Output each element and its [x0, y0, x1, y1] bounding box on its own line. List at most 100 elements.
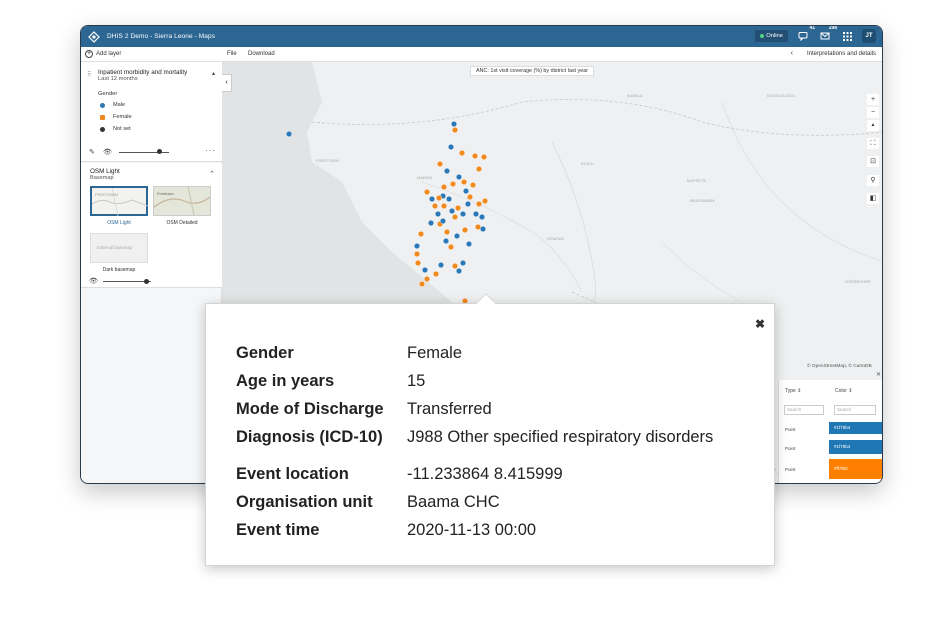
popup-value: -11.233864 8.415999 [407, 465, 563, 483]
event-point[interactable] [471, 152, 478, 159]
column-header-color[interactable]: Color ⇕ [835, 388, 853, 394]
collapse-panel-icon[interactable]: ‹ [222, 74, 232, 92]
event-point[interactable] [465, 240, 472, 247]
chevron-up-icon[interactable]: ⌃ [209, 170, 215, 178]
event-point[interactable] [453, 232, 460, 239]
event-point[interactable] [481, 153, 488, 160]
event-point[interactable] [418, 280, 425, 287]
apps-grid-icon[interactable] [840, 29, 854, 43]
measure-icon[interactable]: ◧ [867, 193, 879, 204]
basemap-option-osm-light[interactable]: FREETOWN [90, 186, 149, 217]
event-point[interactable] [458, 149, 465, 156]
more-options-icon[interactable]: ··· [205, 146, 216, 155]
north-arrow-icon[interactable]: ▲ [867, 120, 879, 131]
event-point[interactable] [450, 121, 457, 128]
event-point[interactable] [475, 200, 482, 207]
interpretations-toggle[interactable]: Interpretations and details [807, 51, 876, 57]
event-point[interactable] [449, 180, 456, 187]
event-point[interactable] [459, 259, 466, 266]
event-point[interactable] [431, 202, 438, 209]
search-icon[interactable]: ⚲ [867, 175, 879, 186]
opacity-slider-handle[interactable] [157, 149, 162, 154]
event-point[interactable] [423, 188, 430, 195]
event-point[interactable] [285, 130, 292, 137]
event-point[interactable] [482, 197, 489, 204]
event-point[interactable] [417, 230, 424, 237]
event-point[interactable] [445, 195, 452, 202]
zoom-out-icon[interactable]: − [867, 107, 879, 118]
column-header-type[interactable]: Type ⇕ [785, 388, 801, 394]
event-point[interactable] [451, 262, 458, 269]
fullscreen-icon[interactable]: ⛶ [867, 138, 879, 149]
event-point[interactable] [434, 210, 441, 217]
event-point[interactable] [480, 225, 487, 232]
chevron-left-icon[interactable]: ‹ [791, 50, 793, 57]
event-point[interactable] [466, 193, 473, 200]
event-point[interactable] [413, 242, 420, 249]
event-point[interactable] [475, 165, 482, 172]
fit-bounds-icon[interactable]: ⊡ [867, 156, 879, 167]
event-point[interactable] [439, 217, 446, 224]
color-search-input[interactable]: Search [834, 405, 876, 415]
map-place-label: MAKENI [417, 175, 432, 180]
basemap-title: OSM Light [90, 168, 120, 175]
user-avatar[interactable]: JT [862, 29, 876, 43]
event-point[interactable] [437, 261, 444, 268]
event-point[interactable] [414, 259, 421, 266]
event-point[interactable] [464, 200, 471, 207]
basemap-option-osm-detailed[interactable]: Freetown [153, 186, 211, 216]
chevron-up-icon[interactable]: ▴ [212, 70, 215, 77]
basemap-opacity-handle[interactable] [144, 279, 149, 284]
legend-dot-icon [100, 114, 105, 120]
legend-title: Gender [98, 91, 118, 97]
close-icon[interactable]: ✖ [755, 317, 765, 331]
event-point[interactable] [435, 194, 442, 201]
event-point[interactable] [421, 266, 428, 273]
event-point[interactable] [427, 219, 434, 226]
event-point[interactable] [455, 173, 462, 180]
event-point[interactable] [447, 243, 454, 250]
close-icon[interactable]: ✕ [876, 371, 881, 378]
event-point[interactable] [479, 213, 486, 220]
edit-pencil-icon[interactable]: ✎ [89, 148, 95, 156]
event-point[interactable] [443, 228, 450, 235]
event-point[interactable] [474, 223, 481, 230]
event-point[interactable] [460, 178, 467, 185]
event-point[interactable] [423, 275, 430, 282]
event-point[interactable] [455, 267, 462, 274]
file-menu[interactable]: File [227, 51, 237, 57]
type-search-input[interactable]: Search [784, 405, 824, 415]
map-title: ANC: 1st visit coverage (%) by district … [470, 66, 595, 76]
event-point[interactable] [447, 143, 454, 150]
online-status-badge: Online [755, 30, 788, 42]
event-point[interactable] [440, 202, 447, 209]
download-menu[interactable]: Download [248, 51, 275, 57]
visibility-eye-icon[interactable]: 👁 [103, 148, 112, 156]
event-point[interactable] [443, 167, 450, 174]
mail-icon[interactable]: 198 [818, 26, 837, 43]
event-point[interactable] [451, 126, 458, 133]
event-point[interactable] [442, 237, 449, 244]
event-point[interactable] [436, 160, 443, 167]
add-layer-button[interactable]: + Add layer [85, 50, 121, 58]
event-point[interactable] [448, 207, 455, 214]
online-dot-icon [760, 34, 765, 38]
event-point[interactable] [428, 195, 435, 202]
event-point[interactable] [462, 187, 469, 194]
thumb-caption: Freetown [157, 191, 174, 196]
event-point[interactable] [413, 250, 420, 257]
event-point[interactable] [432, 270, 439, 277]
event-point[interactable] [469, 181, 476, 188]
message-icon[interactable]: 41 [796, 26, 815, 43]
event-point[interactable] [459, 210, 466, 217]
event-point[interactable] [451, 213, 458, 220]
event-point[interactable] [461, 226, 468, 233]
dhis2-logo-icon[interactable] [87, 30, 101, 44]
event-point[interactable] [454, 204, 461, 211]
visibility-eye-icon[interactable]: 👁 [89, 277, 98, 285]
event-point[interactable] [440, 183, 447, 190]
event-point[interactable] [472, 210, 479, 217]
zoom-in-icon[interactable]: + [867, 94, 879, 105]
basemap-option-dark[interactable]: External basemap [90, 233, 148, 263]
drag-handle-icon[interactable]: ⠿ [87, 71, 91, 78]
